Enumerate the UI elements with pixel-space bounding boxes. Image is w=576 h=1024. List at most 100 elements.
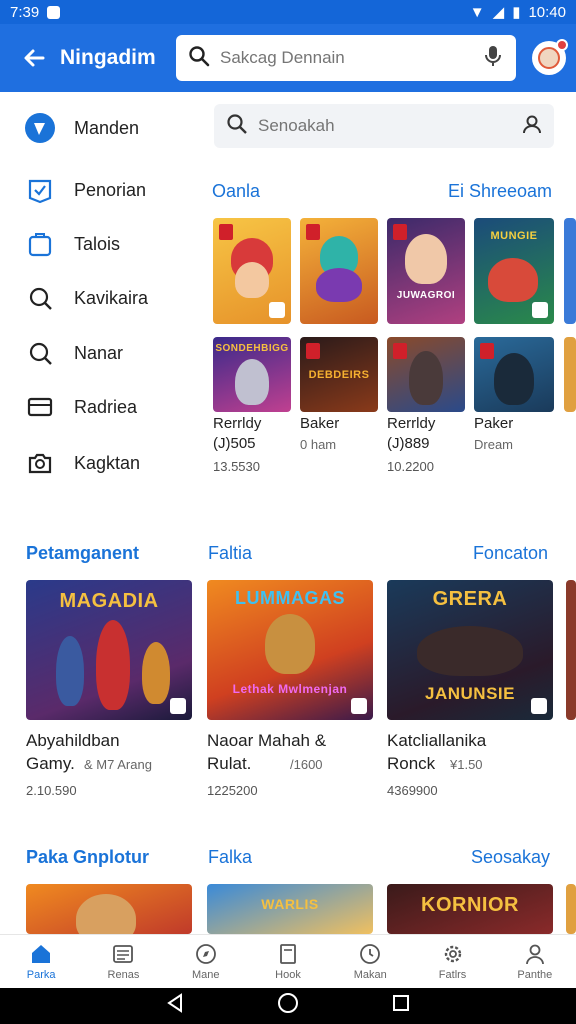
nav-item-hook[interactable]: Hook	[247, 935, 329, 988]
shield-check-icon	[24, 112, 56, 144]
game-corner-icon	[269, 302, 285, 318]
system-back-icon[interactable]	[166, 993, 184, 1019]
game-name: Rerrldy	[387, 415, 436, 432]
game-art	[142, 642, 170, 704]
clock-icon	[359, 943, 381, 965]
system-home-icon[interactable]	[277, 992, 299, 1020]
battery-icon: ▮	[512, 4, 521, 21]
game-badge-icon	[219, 224, 233, 240]
nav-label: Fatlrs	[438, 968, 467, 981]
game-tile-partial[interactable]	[566, 884, 576, 934]
back-arrow-icon[interactable]	[12, 36, 56, 80]
game-logo-text: MAGADIA	[59, 590, 159, 612]
game-tile-partial[interactable]	[566, 580, 576, 720]
game-count: 10.2200	[387, 459, 434, 474]
game-tile[interactable]	[474, 337, 554, 412]
gear-icon	[442, 943, 464, 965]
game-logo-text: GRERA	[432, 588, 508, 610]
game-logo-subtext: JANUNSIE	[425, 684, 515, 703]
microphone-icon[interactable]	[482, 44, 504, 73]
game-sub: (J)889	[387, 435, 430, 452]
inner-search-input[interactable]	[258, 116, 512, 136]
nav-item-makan[interactable]: Makan	[329, 935, 411, 988]
game-name: Rerrldy	[213, 415, 262, 432]
avatar-face-icon	[538, 47, 560, 69]
notification-icon	[47, 5, 61, 19]
nav-item-panthe[interactable]: Panthe	[494, 935, 576, 988]
game-art	[417, 626, 523, 676]
game-art	[76, 894, 136, 934]
inner-search-bar[interactable]	[214, 104, 554, 148]
game-tile-large[interactable]	[26, 884, 192, 934]
game-tile[interactable]	[213, 218, 291, 324]
sidebar: Manden Penorian Talois Kavikaira Nanar R…	[0, 92, 200, 512]
game-art	[488, 258, 538, 302]
sidebar-item-kavikaira[interactable]: Kavikaira	[24, 282, 148, 314]
game-tile-large[interactable]: KORNIOR	[387, 884, 553, 934]
list-icon	[112, 943, 134, 965]
sidebar-item-kagktan[interactable]: Kagktan	[24, 447, 140, 479]
sidebar-item-label: Radriea	[74, 396, 138, 417]
sidebar-item-nanar[interactable]: Nanar	[24, 337, 123, 369]
nav-item-parka[interactable]: Parka	[0, 935, 82, 988]
section-action-seosakay[interactable]: Seosakay	[471, 847, 550, 868]
top-search-input[interactable]	[220, 48, 472, 68]
game-tile[interactable]: DEBDEIRS	[300, 337, 378, 412]
game-tile-large[interactable]: MAGADIA	[26, 580, 192, 720]
status-clock: 10:40	[528, 3, 566, 21]
top-search-bar[interactable]	[176, 35, 516, 81]
card-icon	[24, 391, 56, 423]
game-name: Naoar Mahah &	[207, 731, 327, 750]
game-corner-icon	[532, 302, 548, 318]
game-tile[interactable]: JUWAGROI	[387, 218, 465, 324]
nav-item-renas[interactable]: Renas	[82, 935, 164, 988]
game-tile-large[interactable]: LUMMAGAS Lethak Mwlmenjan	[207, 580, 373, 720]
status-bar: 7:39 ▼ ◢ ▮ 10:40	[0, 0, 576, 24]
system-recents-icon[interactable]	[392, 994, 410, 1018]
nav-label: Mane	[191, 968, 220, 981]
section-mid-faltia[interactable]: Faltia	[208, 543, 252, 564]
game-art	[409, 351, 443, 405]
avatar[interactable]	[532, 39, 568, 75]
section-mid-falka[interactable]: Falka	[208, 847, 252, 868]
sidebar-item-talois[interactable]: Talois	[24, 228, 120, 260]
game-extra: & M7 Arang	[84, 757, 152, 772]
game-art	[235, 262, 269, 298]
game-badge-icon	[306, 224, 320, 240]
game-tile[interactable]: MUNGIE	[474, 218, 554, 324]
game-name-line2: Gamy.	[26, 754, 75, 773]
nav-label: Panthe	[517, 968, 553, 981]
game-logo-subtext: Lethak Mwlmenjan	[232, 682, 348, 696]
section-action-shreeoam[interactable]: Ei Shreeoam	[448, 181, 552, 202]
status-time: 7:39	[10, 3, 40, 21]
sidebar-item-radriea[interactable]: Radriea	[24, 391, 137, 423]
game-tile-large[interactable]: WARLIS	[207, 884, 373, 934]
game-tile[interactable]	[300, 218, 378, 324]
nav-item-mane[interactable]: Mane	[165, 935, 247, 988]
nav-label: Hook	[275, 968, 301, 981]
game-logo-text: MUNGIE	[490, 230, 538, 242]
profile-icon[interactable]	[522, 114, 542, 139]
sidebar-item-penorian[interactable]: Penorian	[24, 174, 146, 206]
game-count: 1225200	[207, 783, 258, 798]
search-icon	[24, 282, 56, 314]
search-icon	[226, 113, 248, 140]
nav-item-fatlrs[interactable]: Fatlrs	[411, 935, 493, 988]
section-action-foncaton[interactable]: Foncaton	[473, 543, 548, 564]
game-tile-large[interactable]: GRERA JANUNSIE	[387, 580, 553, 720]
game-tile[interactable]	[387, 337, 465, 412]
sidebar-item-label: Nanar	[74, 342, 124, 363]
game-name: Abyahildban	[26, 731, 120, 750]
bag-icon	[24, 228, 56, 260]
sidebar-item-manden[interactable]: Manden	[24, 112, 139, 144]
game-tile-partial[interactable]	[564, 337, 576, 412]
game-logo-text: JUWAGROI	[396, 290, 456, 301]
app-bar: Ningadim	[0, 24, 576, 92]
game-extra: /1600	[290, 757, 323, 772]
game-name: Baker	[300, 415, 340, 432]
game-tile[interactable]: SONDEHBIGG	[213, 337, 291, 412]
wifi-icon: ▼	[469, 3, 485, 21]
game-art	[265, 614, 315, 674]
game-tile-partial[interactable]	[564, 218, 576, 324]
badge-icon	[24, 174, 56, 206]
